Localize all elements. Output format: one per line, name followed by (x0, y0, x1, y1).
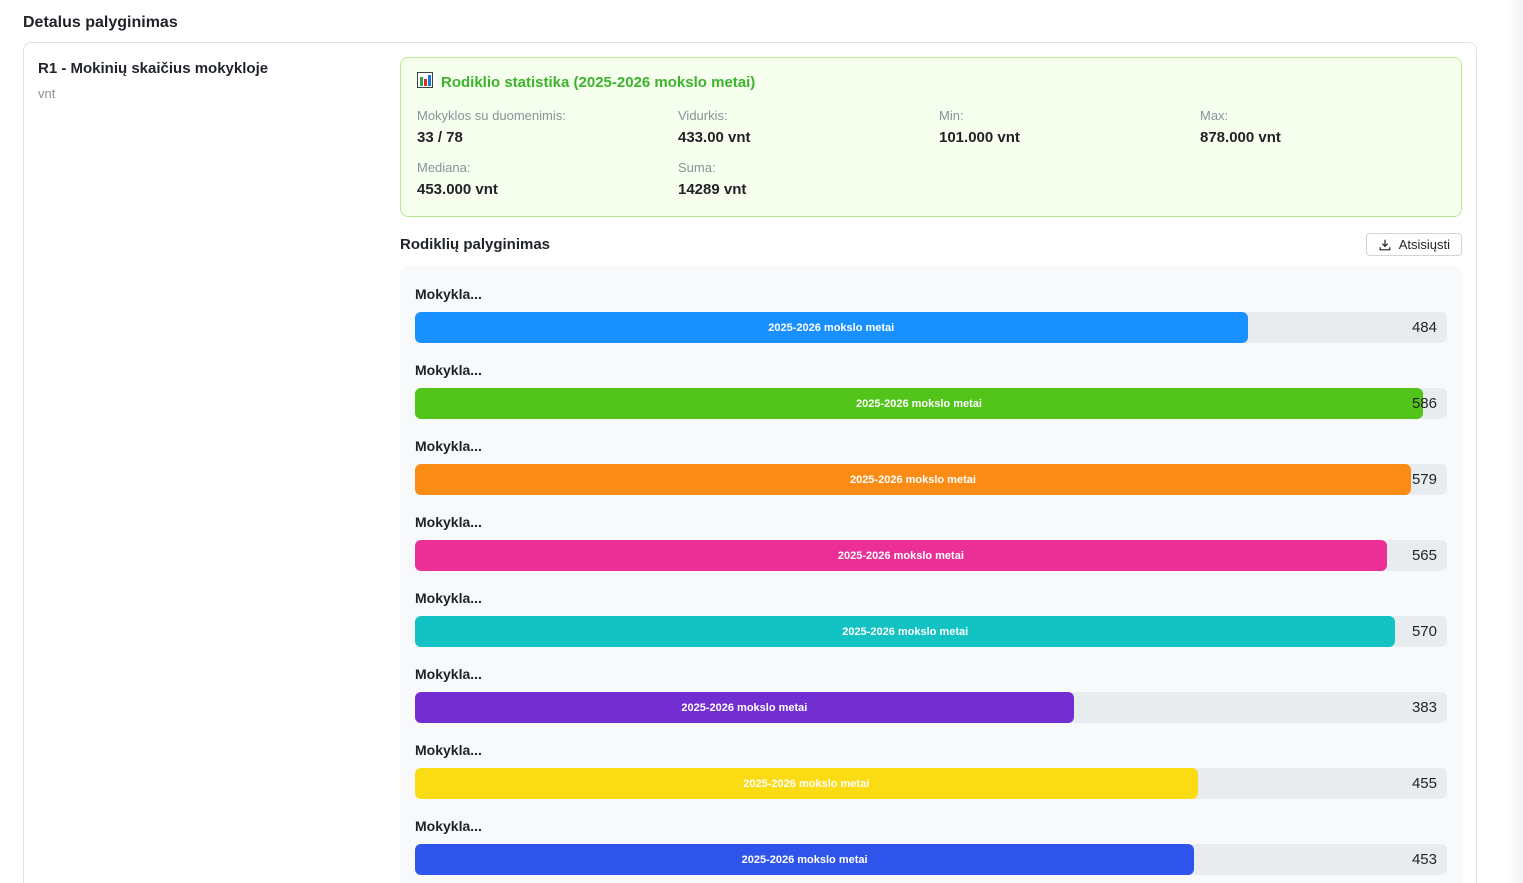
chart-row: Mokykla... 2025-2026 mokslo metai 586 (415, 362, 1447, 419)
chart-row: Mokykla... 2025-2026 mokslo metai 383 (415, 666, 1447, 723)
bar-category-label: Mokykla... (415, 666, 1447, 682)
bar-series-label: 2025-2026 mokslo metai (838, 550, 964, 562)
chart-container: Mokykla...2025-2026 mokslo metai484Mokyk… (400, 266, 1462, 883)
bar-track: 2025-2026 mokslo metai 455 (415, 768, 1447, 799)
stat-item: Suma: 14289 vnt (678, 160, 923, 198)
bar-series-label: 2025-2026 mokslo metai (681, 702, 807, 714)
stat-value: 453.000 vnt (417, 181, 662, 198)
bar-value: 455 (1412, 768, 1437, 799)
bar-value: 565 (1412, 540, 1437, 571)
bar-category-label: Mokykla... (415, 818, 1447, 834)
bar-fill: 2025-2026 mokslo metai (415, 616, 1395, 647)
bar-track: 2025-2026 mokslo metai 565 (415, 540, 1447, 571)
bar-category-label: Mokykla... (415, 514, 1447, 530)
bar-value: 453 (1412, 844, 1437, 875)
stat-value: 14289 vnt (678, 181, 923, 198)
bar-category-label: Mokykla... (415, 590, 1447, 606)
stats-card: Rodiklio statistika (2025-2026 mokslo me… (400, 57, 1462, 217)
chart-row: Mokykla... 2025-2026 mokslo metai 579 (415, 438, 1447, 495)
stat-value: 33 / 78 (417, 129, 662, 146)
download-icon (1378, 238, 1392, 252)
bar-series-label: 2025-2026 mokslo metai (856, 398, 982, 410)
stats-grid: Mokyklos su duomenimis: 33 / 78 Vidurkis… (417, 108, 1445, 212)
main-card: R1 - Mokinių skaičius mokykloje vnt Rodi… (23, 42, 1477, 883)
stat-value: 878.000 vnt (1200, 129, 1445, 146)
bar-series-label: 2025-2026 mokslo metai (743, 778, 869, 790)
page-title: Detalus palyginimas (0, 0, 1523, 42)
indicator-title: R1 - Mokinių skaičius mokykloje (38, 60, 400, 77)
stat-value: 101.000 vnt (939, 129, 1184, 146)
download-button-label: Atsisiųsti (1399, 237, 1450, 252)
stat-value: 433.00 vnt (678, 129, 923, 146)
chart-row: Mokykla... 2025-2026 mokslo metai 570 (415, 590, 1447, 647)
stat-label: Min: (939, 108, 1184, 123)
bar-series-label: 2025-2026 mokslo metai (768, 322, 894, 334)
stat-item: Min: 101.000 vnt (939, 108, 1184, 146)
bar-fill: 2025-2026 mokslo metai (415, 464, 1411, 495)
bar-track: 2025-2026 mokslo metai 570 (415, 616, 1447, 647)
bar-fill: 2025-2026 mokslo metai (415, 768, 1198, 799)
bar-value: 570 (1412, 616, 1437, 647)
chart-row: Mokykla... 2025-2026 mokslo metai 565 (415, 514, 1447, 571)
bar-category-label: Mokykla... (415, 286, 1447, 302)
indicator-panel: R1 - Mokinių skaičius mokykloje vnt (38, 57, 400, 883)
bar-track: 2025-2026 mokslo metai 383 (415, 692, 1447, 723)
stats-title: Rodiklio statistika (2025-2026 mokslo me… (417, 72, 1445, 92)
stat-label: Mokyklos su duomenimis: (417, 108, 662, 123)
bar-fill: 2025-2026 mokslo metai (415, 692, 1074, 723)
download-button[interactable]: Atsisiųsti (1366, 233, 1462, 256)
bar-chart-icon (417, 72, 433, 92)
scrollbar[interactable] (1505, 0, 1523, 883)
stat-item: Max: 878.000 vnt (1200, 108, 1445, 146)
comparison-header: Rodiklių palyginimas Atsisiųsti (400, 233, 1462, 256)
detail-panel: Rodiklio statistika (2025-2026 mokslo me… (400, 57, 1462, 883)
bar-fill: 2025-2026 mokslo metai (415, 540, 1387, 571)
bar-category-label: Mokykla... (415, 742, 1447, 758)
stat-label: Suma: (678, 160, 923, 175)
comparison-title: Rodiklių palyginimas (400, 236, 550, 253)
bar-value: 579 (1412, 464, 1437, 495)
bar-series-label: 2025-2026 mokslo metai (850, 474, 976, 486)
bar-value: 383 (1412, 692, 1437, 723)
bar-series-label: 2025-2026 mokslo metai (742, 854, 868, 866)
chart-row: Mokykla... 2025-2026 mokslo metai 484 (415, 286, 1447, 343)
chart-rows: Mokykla...2025-2026 mokslo metai484Mokyk… (415, 286, 1447, 875)
bar-track: 2025-2026 mokslo metai 484 (415, 312, 1447, 343)
stats-title-text: Rodiklio statistika (2025-2026 mokslo me… (441, 74, 755, 91)
stat-item: Vidurkis: 433.00 vnt (678, 108, 923, 146)
stat-label: Mediana: (417, 160, 662, 175)
chart-row: Mokykla... 2025-2026 mokslo metai 453 (415, 818, 1447, 875)
stat-label: Max: (1200, 108, 1445, 123)
bar-category-label: Mokykla... (415, 362, 1447, 378)
indicator-unit: vnt (38, 86, 400, 101)
bar-track: 2025-2026 mokslo metai 579 (415, 464, 1447, 495)
bar-value: 484 (1412, 312, 1437, 343)
bar-value: 586 (1412, 388, 1437, 419)
bar-track: 2025-2026 mokslo metai 453 (415, 844, 1447, 875)
stat-item: Mokyklos su duomenimis: 33 / 78 (417, 108, 662, 146)
bar-track: 2025-2026 mokslo metai 586 (415, 388, 1447, 419)
bar-series-label: 2025-2026 mokslo metai (842, 626, 968, 638)
chart-row: Mokykla... 2025-2026 mokslo metai 455 (415, 742, 1447, 799)
bar-fill: 2025-2026 mokslo metai (415, 312, 1248, 343)
bar-fill: 2025-2026 mokslo metai (415, 388, 1423, 419)
stat-item: Mediana: 453.000 vnt (417, 160, 662, 198)
bar-category-label: Mokykla... (415, 438, 1447, 454)
bar-fill: 2025-2026 mokslo metai (415, 844, 1194, 875)
stat-label: Vidurkis: (678, 108, 923, 123)
